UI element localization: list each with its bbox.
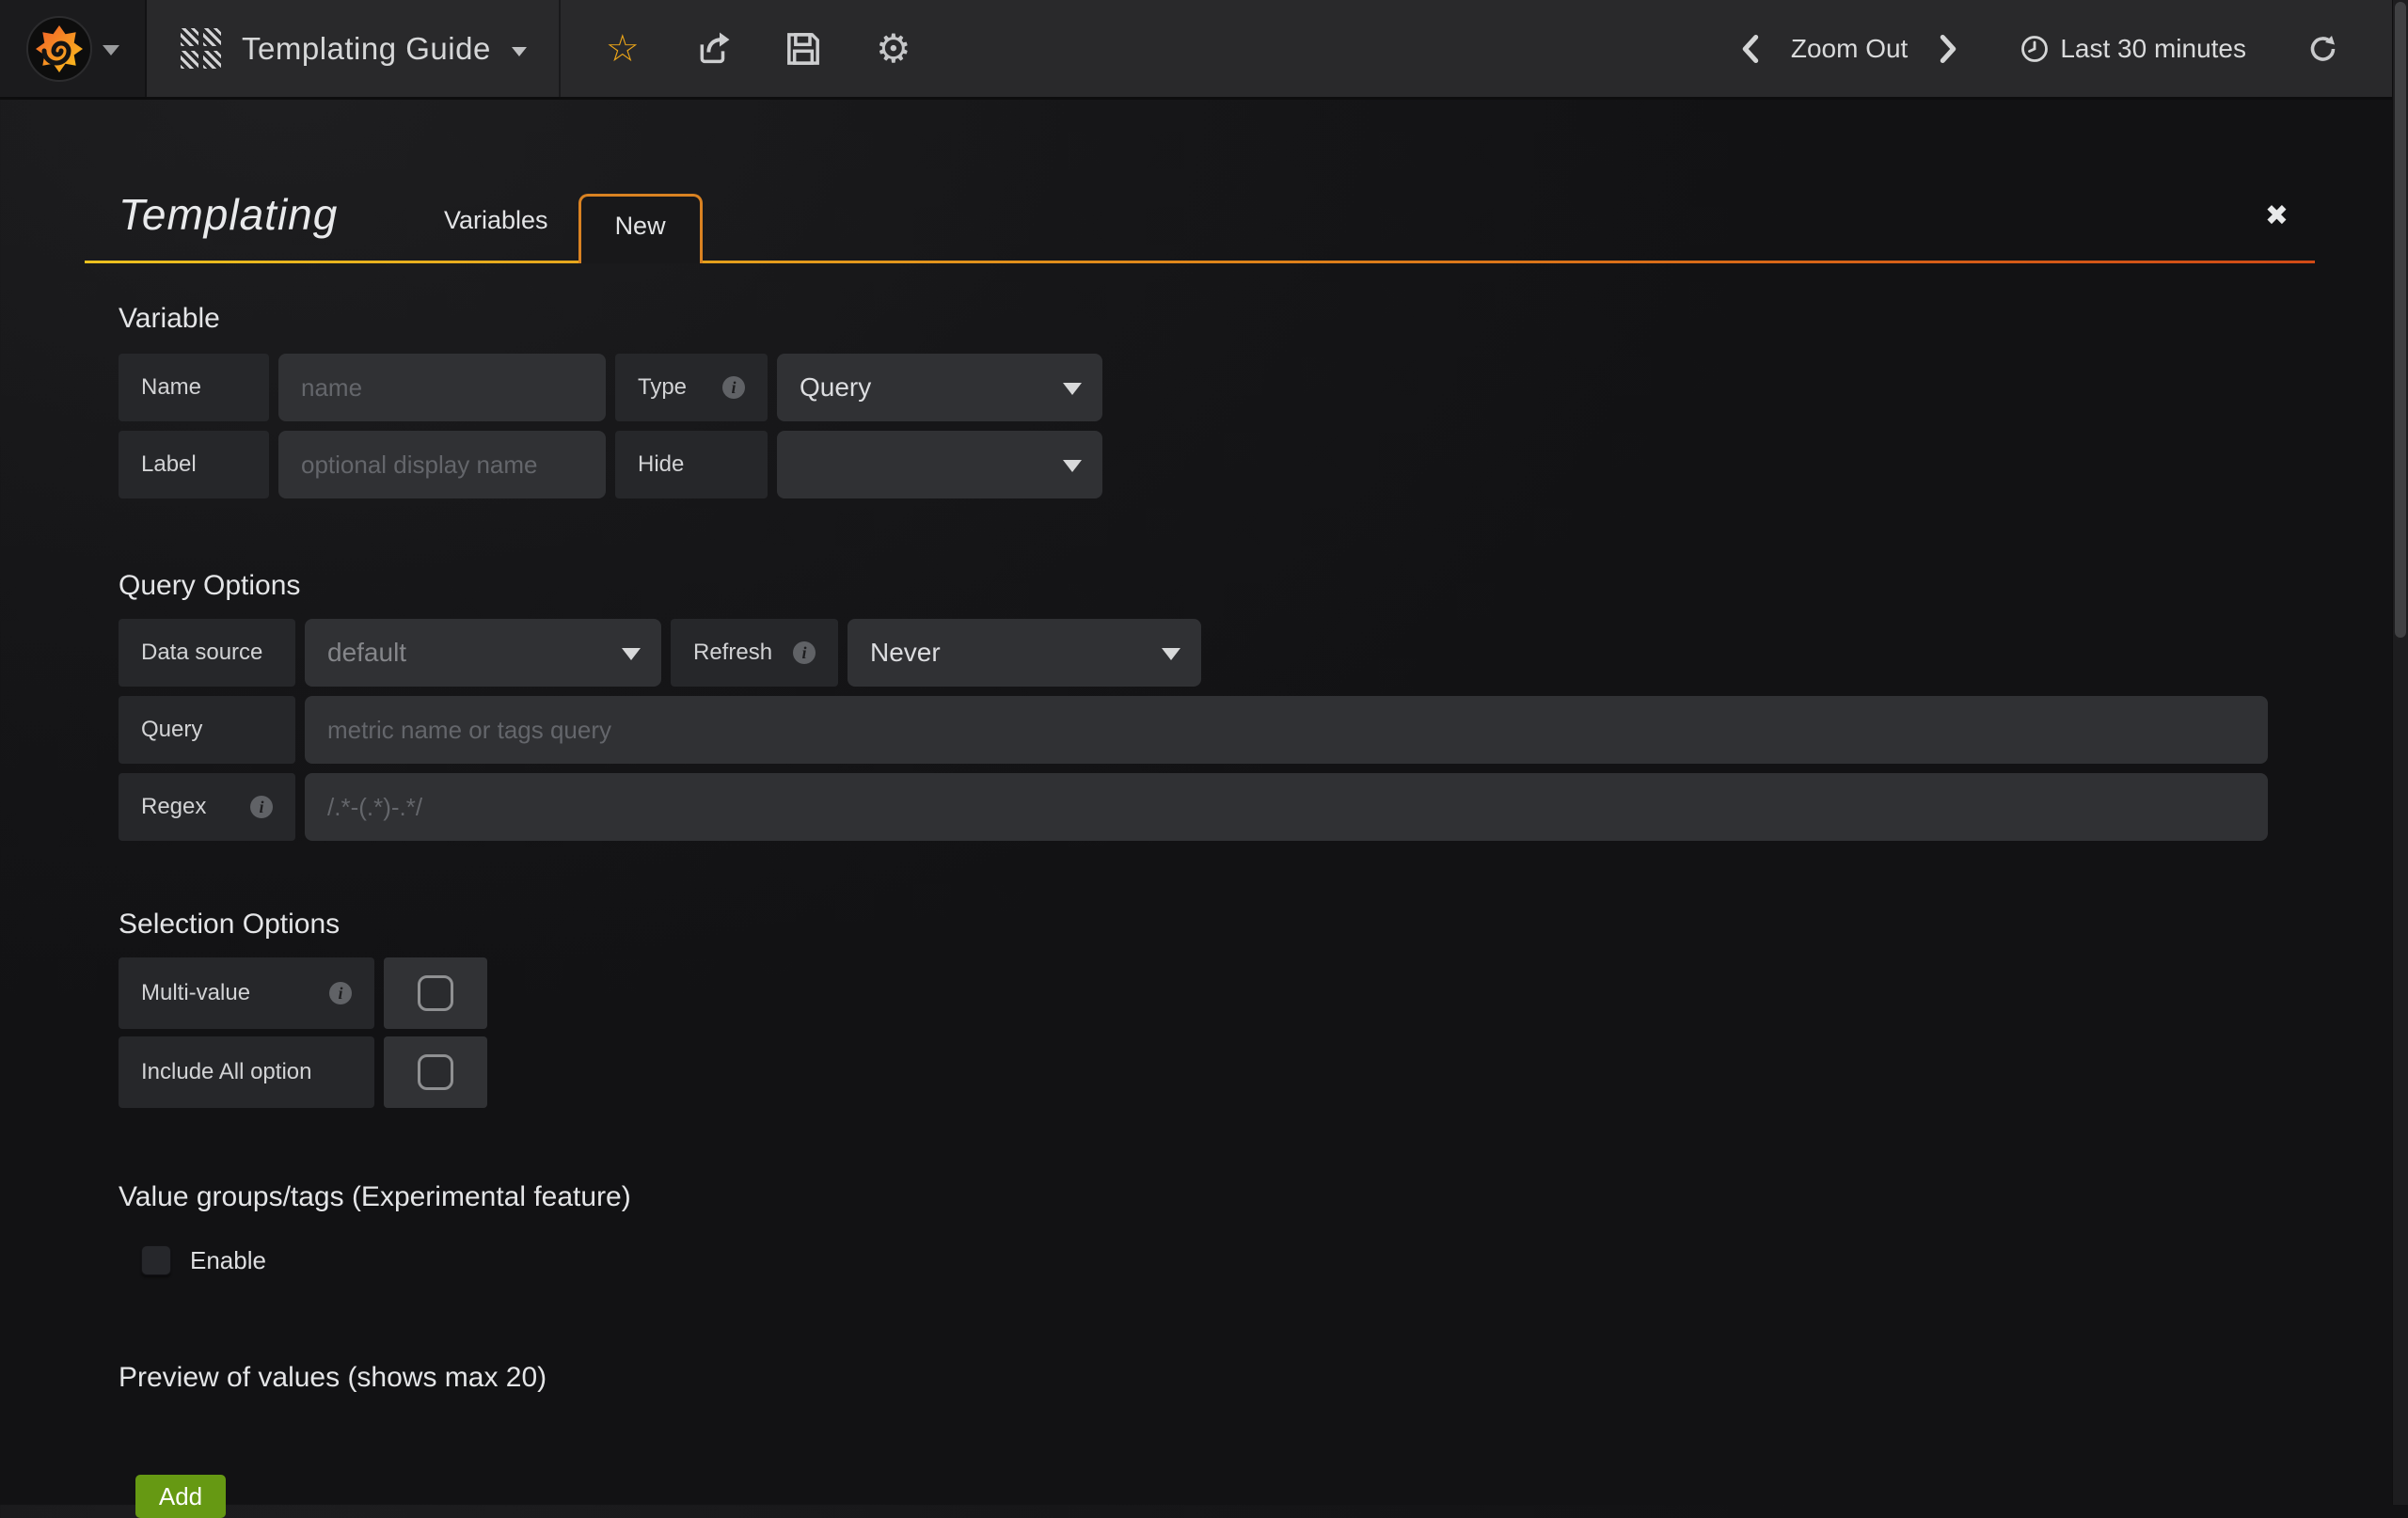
multi-value-checkbox[interactable] [418,975,453,1011]
selection-options-heading: Selection Options [119,909,2315,941]
scrollbar-track[interactable] [2392,0,2408,1505]
save-icon [784,29,823,69]
datasource-label: Data source [119,619,295,687]
enable-checkbox[interactable] [141,1245,171,1275]
refresh-label: Refresh i [671,619,838,687]
share-button[interactable] [692,21,734,77]
query-input[interactable] [305,696,2268,764]
query-row: Query [119,696,2315,764]
name-label: Name [119,354,269,421]
zoom-out-button[interactable]: Zoom Out [1791,34,1908,64]
hide-label: Hide [615,431,768,498]
query-label: Query [119,696,295,764]
tabs: Variables New [414,189,703,261]
tab-variables[interactable]: Variables [414,189,578,261]
refresh-select[interactable]: Never [848,619,1201,687]
variable-label-row: Label Hide [119,431,2315,498]
multi-value-label-text: Multi-value [141,980,250,1006]
enable-row: Enable [141,1245,2315,1275]
label-input[interactable] [278,431,606,498]
title-caret-icon [512,47,527,56]
include-all-row: Include All option [119,1036,2315,1108]
gear-icon: ⚙ [876,29,911,69]
regex-info-icon[interactable]: i [250,796,273,818]
include-all-label: Include All option [119,1036,374,1108]
hide-label-text: Hide [638,451,684,478]
type-info-icon[interactable]: i [722,376,745,399]
templating-form: Variable Name Type i Query Label Hide Qu… [85,303,2315,1518]
star-icon: ☆ [606,30,640,68]
page-title: Templating [85,189,414,240]
query-options-heading: Query Options [119,570,2315,602]
datasource-select-value: default [327,638,406,668]
dashboard-title-menu[interactable]: Templating Guide [147,0,561,97]
share-icon [693,29,733,69]
save-button[interactable] [783,21,824,77]
time-range-label: Last 30 minutes [2060,34,2246,64]
variable-name-row: Name Type i Query [119,354,2315,421]
type-select-value: Query [800,372,871,403]
type-label: Type i [615,354,768,421]
label-label: Label [119,431,269,498]
navbar-actions: ☆ ⚙ [561,0,924,97]
refresh-info-icon[interactable]: i [793,641,816,664]
variable-section-heading: Variable [119,303,2315,335]
grafana-logo-icon [25,15,93,83]
value-groups-heading: Value groups/tags (Experimental feature) [119,1181,2315,1213]
hide-select[interactable] [777,431,1102,498]
scrollbar-thumb[interactable] [2395,2,2406,638]
templating-panel: Templating Variables New ✖ Variable Name… [85,100,2315,1518]
settings-button[interactable]: ⚙ [873,21,914,77]
grafana-logo-menu[interactable] [0,0,147,97]
chevron-left-icon [1738,33,1763,65]
close-icon[interactable]: ✖ [2265,202,2289,230]
favorite-star-button[interactable]: ☆ [602,21,643,77]
datasource-row: Data source default Refresh i Never [119,619,2315,687]
regex-row: Regex i [119,773,2315,841]
type-label-text: Type [638,374,687,401]
tab-new[interactable]: New [578,194,703,263]
multi-value-checkbox-container [384,957,487,1029]
datasource-select[interactable]: default [305,619,661,687]
refresh-select-value: Never [870,638,941,668]
regex-label: Regex i [119,773,295,841]
preview-heading: Preview of values (shows max 20) [119,1362,2315,1394]
time-shift-right-button[interactable] [1936,33,1960,65]
refresh-button[interactable] [2306,33,2338,65]
multi-value-row: Multi-value i [119,957,2315,1029]
clock-icon [2020,35,2049,63]
include-all-checkbox-container [384,1036,487,1108]
refresh-label-text: Refresh [693,640,772,666]
add-button[interactable]: Add [135,1475,226,1518]
dashboard-title: Templating Guide [242,31,491,67]
regex-label-text: Regex [141,794,206,820]
include-all-checkbox[interactable] [418,1054,453,1090]
templating-header: Templating Variables New ✖ [85,100,2315,263]
multi-value-info-icon[interactable]: i [329,982,352,1004]
type-select[interactable]: Query [777,354,1102,421]
chevron-right-icon [1936,33,1960,65]
refresh-icon [2306,33,2338,65]
navbar-time-controls: Zoom Out Last 30 minutes [1738,0,2408,97]
time-range-picker[interactable]: Last 30 minutes [2020,34,2246,64]
logo-caret-icon [103,45,119,55]
dashboard-grid-icon [181,28,221,69]
name-input[interactable] [278,354,606,421]
multi-value-label: Multi-value i [119,957,374,1029]
navbar: Templating Guide ☆ ⚙ [0,0,2408,100]
regex-input[interactable] [305,773,2268,841]
time-shift-left-button[interactable] [1738,33,1763,65]
enable-label: Enable [190,1246,266,1275]
